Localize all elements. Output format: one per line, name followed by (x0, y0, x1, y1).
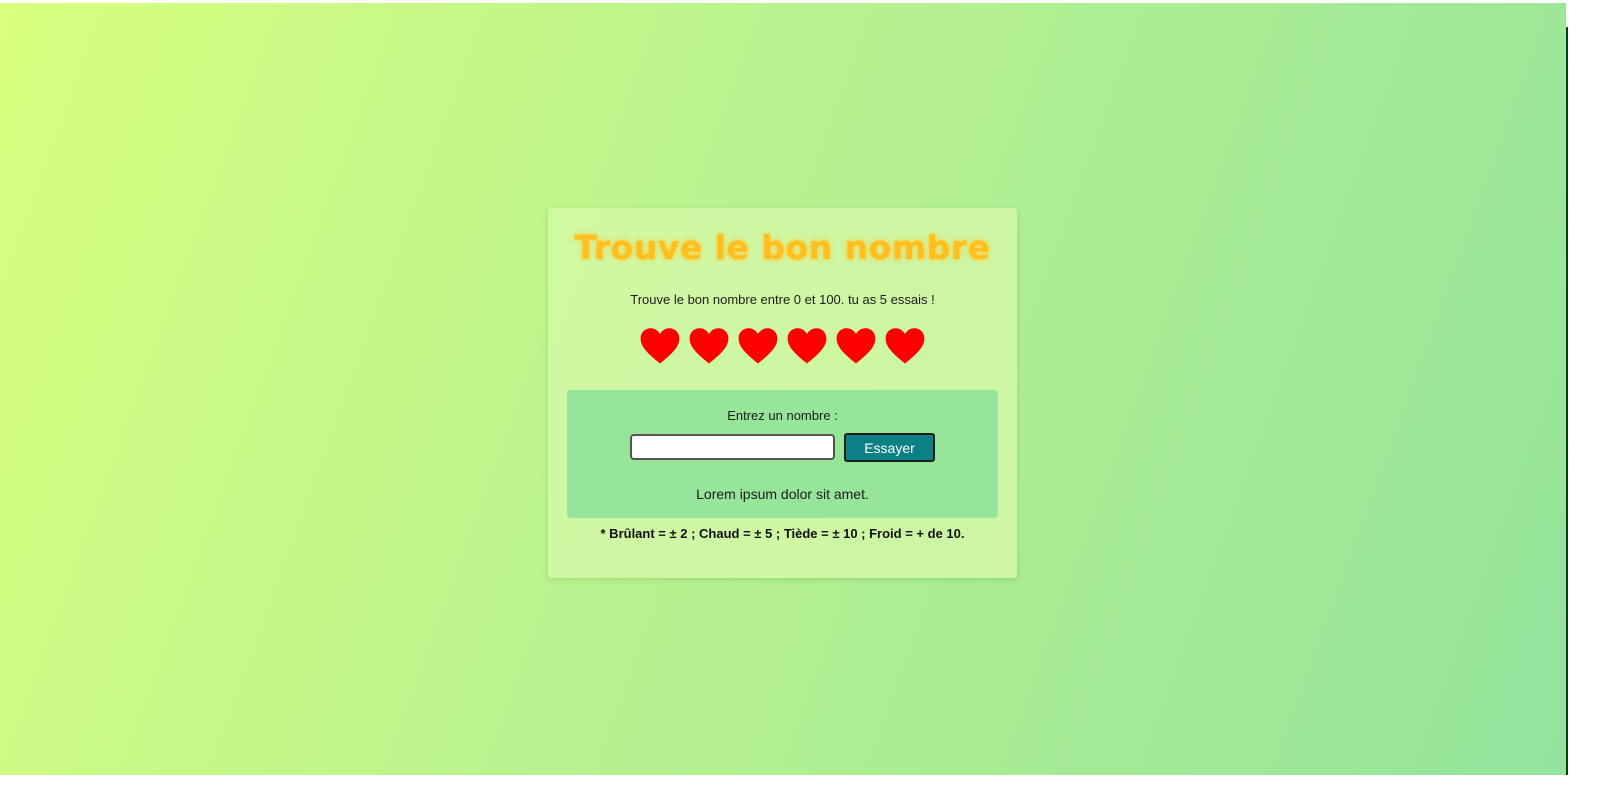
guess-panel: Entrez un nombre : Essayer Lorem ipsum d… (567, 390, 998, 518)
number-input[interactable] (630, 434, 835, 460)
heart-icon (689, 328, 729, 364)
game-instructions: Trouve le bon nombre entre 0 et 100. tu … (630, 292, 935, 307)
feedback-message: Lorem ipsum dolor sit amet. (696, 486, 869, 502)
scrollbar-edge (1566, 27, 1568, 775)
lives-hearts (548, 326, 1017, 372)
game-card: Trouve le bon nombre Trouve le bon nombr… (548, 208, 1017, 578)
page-background: Trouve le bon nombre Trouve le bon nombr… (0, 3, 1566, 775)
try-button[interactable]: Essayer (844, 433, 935, 462)
heart-icon (885, 328, 925, 364)
heart-icon (836, 328, 876, 364)
hint-legend: * Brûlant = ± 2 ; Chaud = ± 5 ; Tiède = … (600, 526, 965, 541)
heart-icon (738, 328, 778, 364)
page-title: Trouve le bon nombre (574, 228, 991, 267)
number-input-label: Entrez un nombre : (727, 408, 838, 423)
heart-icon (787, 328, 827, 364)
heart-icon (640, 328, 680, 364)
